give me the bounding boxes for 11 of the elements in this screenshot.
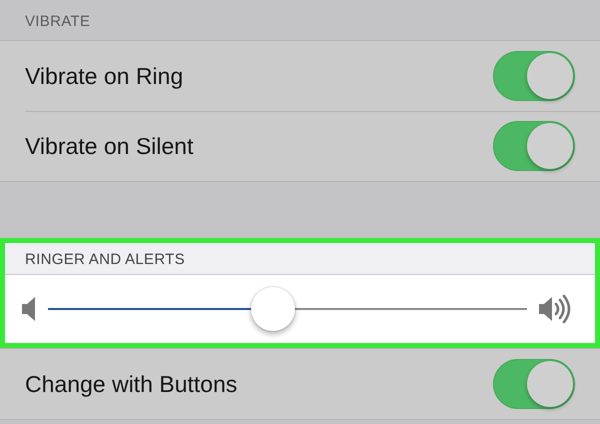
setting-label: Change with Buttons: [25, 370, 238, 398]
section-header: RINGER AND ALERTS: [25, 251, 185, 268]
setting-label: Vibrate on Silent: [25, 132, 194, 160]
toggle-switch[interactable]: [493, 51, 575, 101]
speaker-low-icon: [22, 297, 36, 321]
volume-slider[interactable]: [48, 286, 527, 332]
section-header: VIBRATE: [25, 13, 90, 30]
toggle-switch[interactable]: [493, 121, 575, 171]
toggle-switch[interactable]: [493, 359, 575, 409]
slider-thumb[interactable]: [251, 287, 296, 331]
setting-label: Vibrate on Ring: [25, 62, 184, 90]
